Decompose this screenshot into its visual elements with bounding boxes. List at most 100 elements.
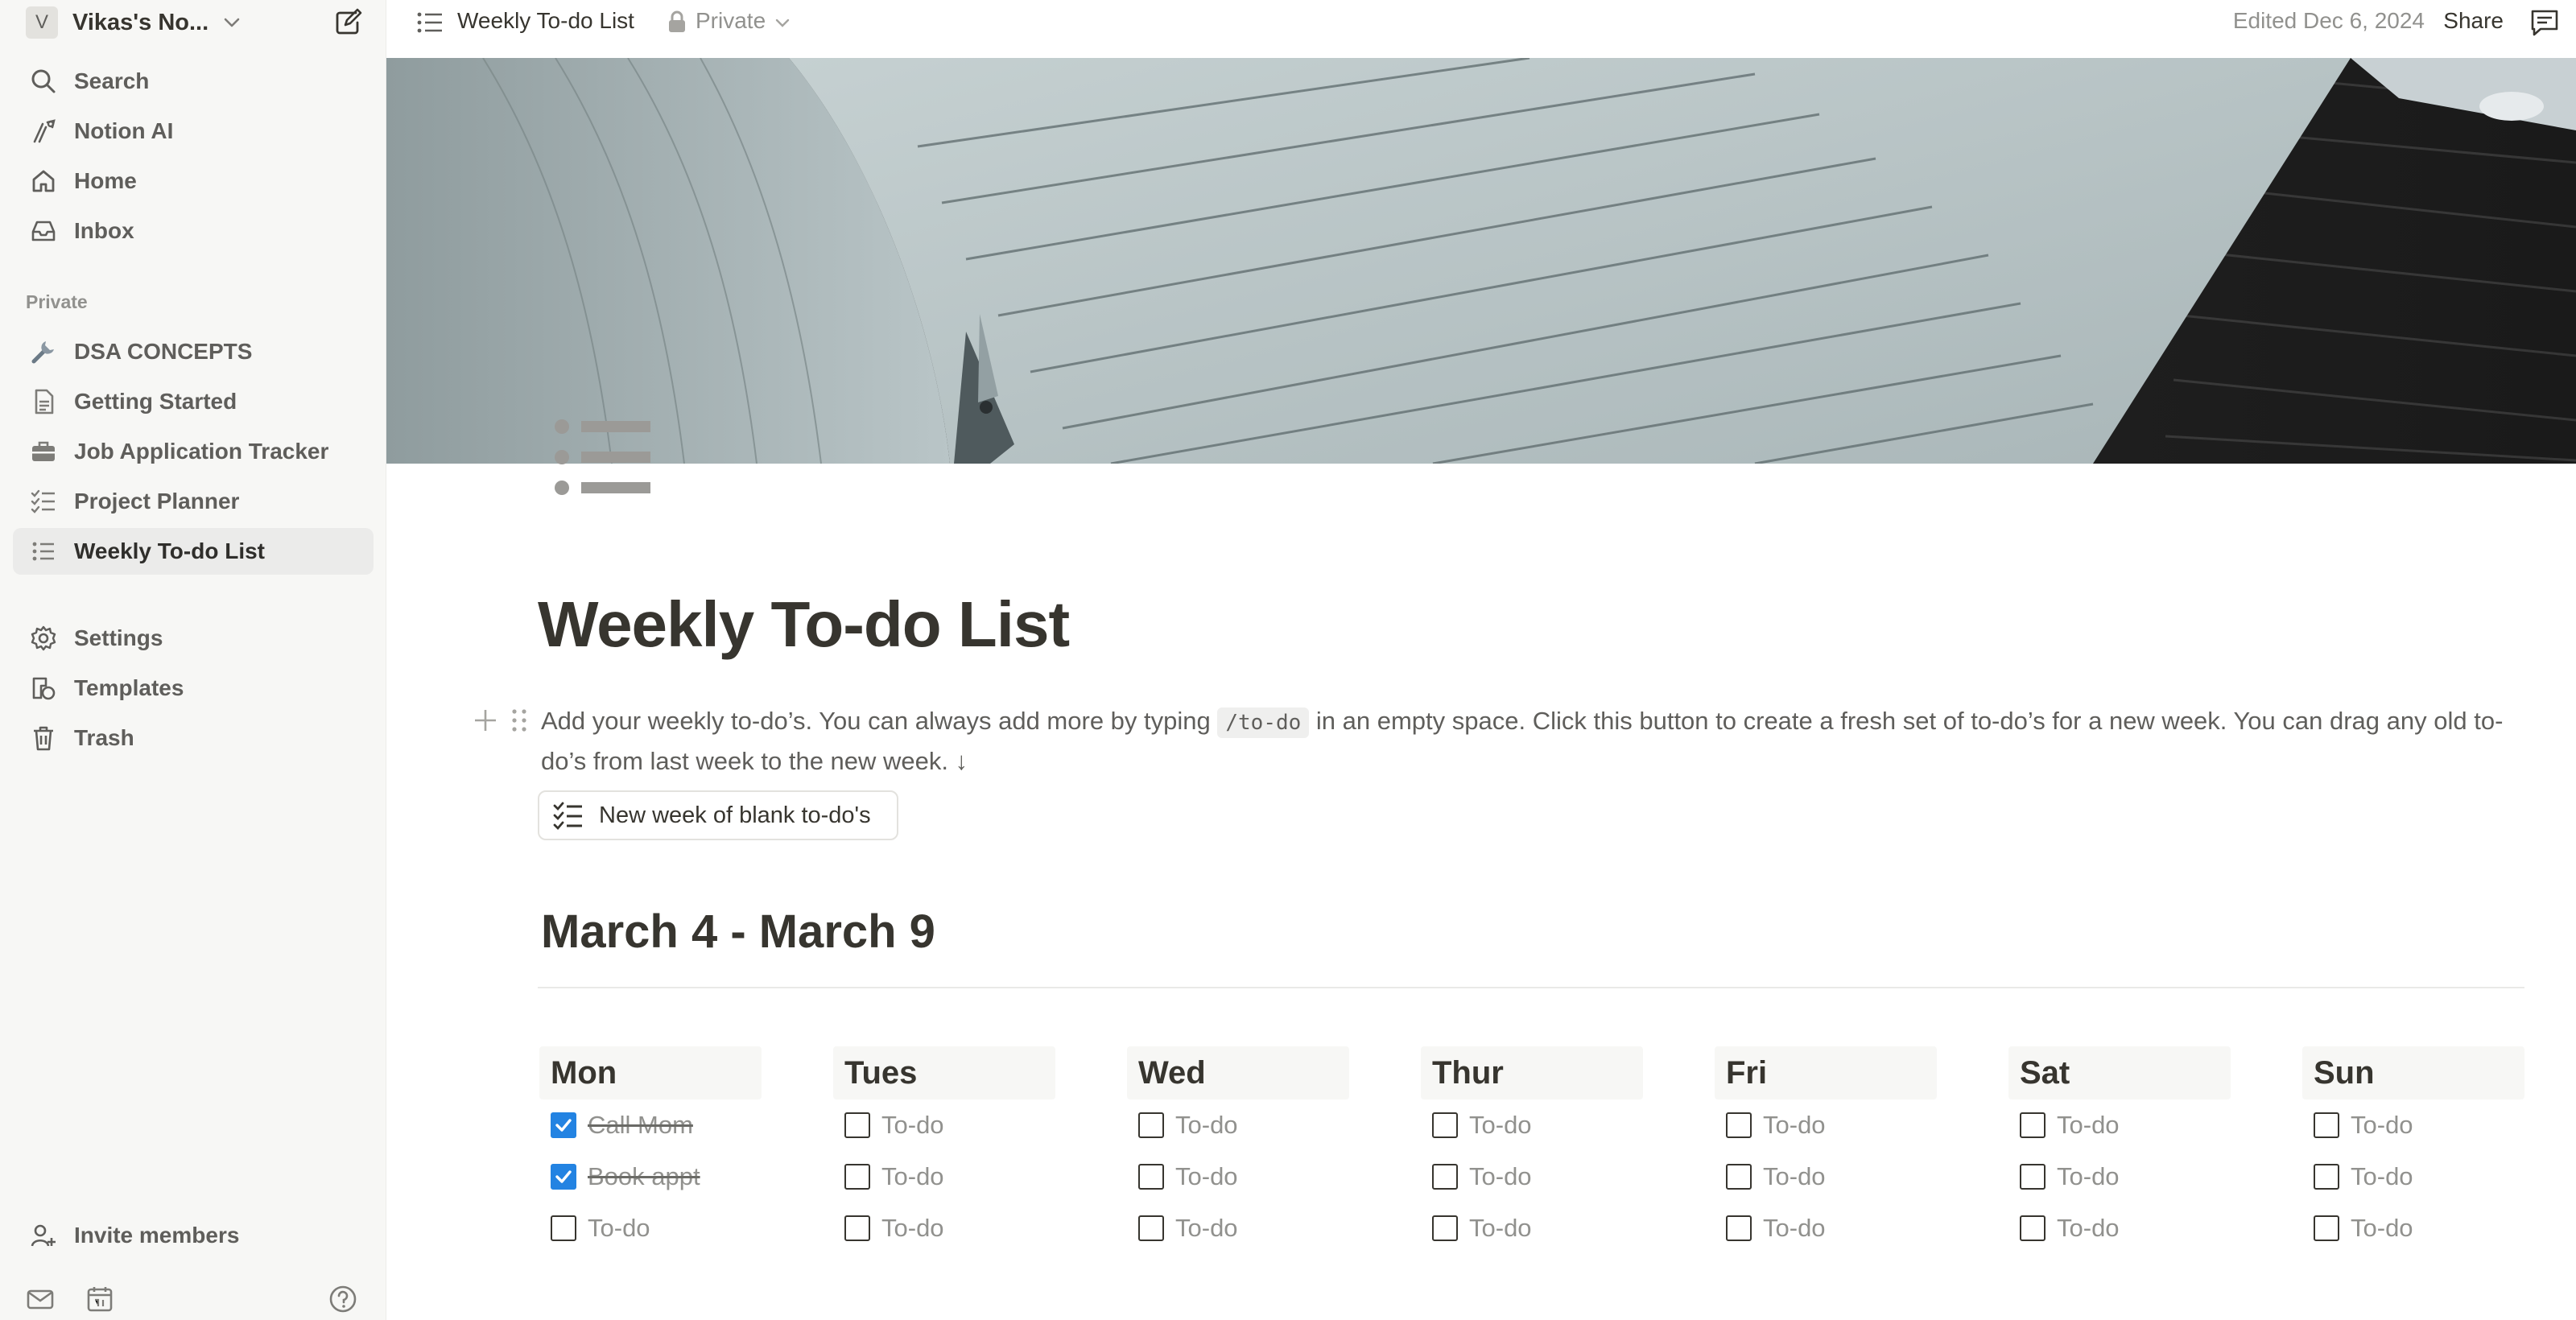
sidebar-item-home[interactable]: Home bbox=[13, 158, 374, 204]
day-header[interactable]: Thur bbox=[1421, 1046, 1643, 1099]
todo-label[interactable]: To-do bbox=[1469, 1214, 1532, 1243]
day-header[interactable]: Fri bbox=[1715, 1046, 1937, 1099]
checkbox[interactable] bbox=[2314, 1164, 2339, 1190]
todo-label[interactable]: To-do bbox=[1175, 1214, 1238, 1243]
comments-icon[interactable] bbox=[2529, 8, 2560, 37]
todo-item[interactable]: Call Mom bbox=[539, 1099, 762, 1151]
sidebar-section-private[interactable]: Private bbox=[26, 291, 88, 313]
checkbox[interactable] bbox=[844, 1215, 870, 1241]
new-page-icon[interactable] bbox=[332, 6, 364, 39]
todo-item[interactable]: To-do bbox=[1127, 1202, 1349, 1254]
sidebar-item-getting-started[interactable]: Getting Started bbox=[13, 378, 374, 425]
todo-label[interactable]: To-do bbox=[1763, 1111, 1826, 1140]
todo-item[interactable]: To-do bbox=[2008, 1151, 2231, 1202]
sidebar-item-notion-ai[interactable]: Notion AI bbox=[13, 108, 374, 155]
calendar-icon[interactable] bbox=[85, 1285, 114, 1314]
cover-image[interactable] bbox=[386, 58, 2576, 464]
day-header[interactable]: Mon bbox=[539, 1046, 762, 1099]
checkbox[interactable] bbox=[1138, 1215, 1164, 1241]
checkbox[interactable] bbox=[2020, 1215, 2046, 1241]
todo-item[interactable]: To-do bbox=[1715, 1099, 1937, 1151]
todo-item[interactable]: To-do bbox=[2302, 1202, 2524, 1254]
todo-label[interactable]: To-do bbox=[2057, 1214, 2120, 1243]
todo-label[interactable]: To-do bbox=[1175, 1111, 1238, 1140]
todo-item[interactable]: To-do bbox=[833, 1099, 1055, 1151]
checkbox[interactable] bbox=[1138, 1112, 1164, 1138]
todo-label[interactable]: Book appt bbox=[588, 1162, 700, 1191]
sidebar-item-search[interactable]: Search bbox=[13, 58, 374, 105]
add-block-icon[interactable] bbox=[472, 707, 499, 734]
todo-item[interactable]: To-do bbox=[2302, 1099, 2524, 1151]
todo-label[interactable]: To-do bbox=[1469, 1162, 1532, 1191]
workspace-switcher[interactable]: V Vikas's No... bbox=[26, 6, 208, 39]
checkbox[interactable] bbox=[1432, 1215, 1458, 1241]
checkbox[interactable] bbox=[1432, 1112, 1458, 1138]
mail-icon[interactable] bbox=[26, 1285, 55, 1314]
todo-item[interactable]: To-do bbox=[1127, 1099, 1349, 1151]
checkbox[interactable] bbox=[1138, 1164, 1164, 1190]
drag-handle-icon[interactable] bbox=[507, 707, 531, 734]
checkbox[interactable] bbox=[551, 1215, 576, 1241]
todo-label[interactable]: To-do bbox=[588, 1214, 650, 1243]
sidebar-item-settings[interactable]: Settings bbox=[13, 615, 374, 662]
checkbox[interactable] bbox=[1432, 1164, 1458, 1190]
todo-label[interactable]: To-do bbox=[1469, 1111, 1532, 1140]
checkbox[interactable] bbox=[844, 1112, 870, 1138]
todo-label[interactable]: To-do bbox=[2057, 1111, 2120, 1140]
share-button[interactable]: Share bbox=[2443, 8, 2504, 34]
sidebar-item-dsa-concepts[interactable]: DSA CONCEPTS bbox=[13, 328, 374, 375]
help-icon[interactable] bbox=[328, 1285, 357, 1314]
todo-label[interactable]: To-do bbox=[881, 1111, 944, 1140]
invite-members-button[interactable]: Invite members bbox=[13, 1212, 374, 1259]
todo-label[interactable]: To-do bbox=[2057, 1162, 2120, 1191]
todo-item[interactable]: To-do bbox=[1421, 1151, 1643, 1202]
checkbox-checked[interactable] bbox=[551, 1164, 576, 1190]
sidebar-item-trash[interactable]: Trash bbox=[13, 715, 374, 761]
sidebar-item-weekly-todo-list[interactable]: Weekly To-do List bbox=[13, 528, 374, 575]
visibility-label[interactable]: Private bbox=[696, 8, 766, 34]
todo-item[interactable]: To-do bbox=[1421, 1202, 1643, 1254]
checkbox[interactable] bbox=[1726, 1215, 1752, 1241]
sidebar-item-project-planner[interactable]: Project Planner bbox=[13, 478, 374, 525]
todo-label[interactable]: To-do bbox=[1763, 1214, 1826, 1243]
day-header[interactable]: Tues bbox=[833, 1046, 1055, 1099]
page-bullet-list-icon[interactable] bbox=[552, 412, 657, 501]
todo-item[interactable]: To-do bbox=[1421, 1099, 1643, 1151]
checkbox[interactable] bbox=[1726, 1164, 1752, 1190]
todo-item[interactable]: To-do bbox=[1127, 1151, 1349, 1202]
todo-label[interactable]: To-do bbox=[1763, 1162, 1826, 1191]
sidebar-item-job-application-tracker[interactable]: Job Application Tracker bbox=[13, 428, 374, 475]
sidebar-item-templates[interactable]: Templates bbox=[13, 665, 374, 712]
chevron-down-icon[interactable] bbox=[773, 13, 792, 32]
todo-item[interactable]: To-do bbox=[1715, 1151, 1937, 1202]
todo-item[interactable]: To-do bbox=[1715, 1202, 1937, 1254]
checkbox[interactable] bbox=[844, 1164, 870, 1190]
todo-label[interactable]: To-do bbox=[2351, 1111, 2413, 1140]
sidebar-item-inbox[interactable]: Inbox bbox=[13, 208, 374, 254]
day-header[interactable]: Sat bbox=[2008, 1046, 2231, 1099]
todo-item[interactable]: To-do bbox=[2302, 1151, 2524, 1202]
checkbox[interactable] bbox=[2020, 1164, 2046, 1190]
todo-item[interactable]: To-do bbox=[833, 1202, 1055, 1254]
page-title[interactable]: Weekly To-do List bbox=[538, 588, 1070, 662]
todo-item[interactable]: To-do bbox=[2008, 1202, 2231, 1254]
breadcrumb-page-title[interactable]: Weekly To-do List bbox=[457, 8, 634, 34]
checkbox[interactable] bbox=[1726, 1112, 1752, 1138]
checkbox[interactable] bbox=[2314, 1215, 2339, 1241]
todo-label[interactable]: Call Mom bbox=[588, 1111, 693, 1140]
new-week-template-button[interactable]: New week of blank to-do's bbox=[538, 790, 898, 840]
checkbox[interactable] bbox=[2314, 1112, 2339, 1138]
page-description[interactable]: Add your weekly to-do’s. You can always … bbox=[541, 702, 2505, 781]
todo-label[interactable]: To-do bbox=[881, 1214, 944, 1243]
week-heading[interactable]: March 4 - March 9 bbox=[541, 905, 935, 959]
todo-item[interactable]: To-do bbox=[833, 1151, 1055, 1202]
checkbox-checked[interactable] bbox=[551, 1112, 576, 1138]
todo-item[interactable]: Book appt bbox=[539, 1151, 762, 1202]
chevron-down-icon[interactable] bbox=[221, 11, 243, 34]
todo-item[interactable]: To-do bbox=[2008, 1099, 2231, 1151]
todo-label[interactable]: To-do bbox=[881, 1162, 944, 1191]
todo-label[interactable]: To-do bbox=[1175, 1162, 1238, 1191]
day-header[interactable]: Sun bbox=[2302, 1046, 2524, 1099]
todo-item[interactable]: To-do bbox=[539, 1202, 762, 1254]
day-header[interactable]: Wed bbox=[1127, 1046, 1349, 1099]
